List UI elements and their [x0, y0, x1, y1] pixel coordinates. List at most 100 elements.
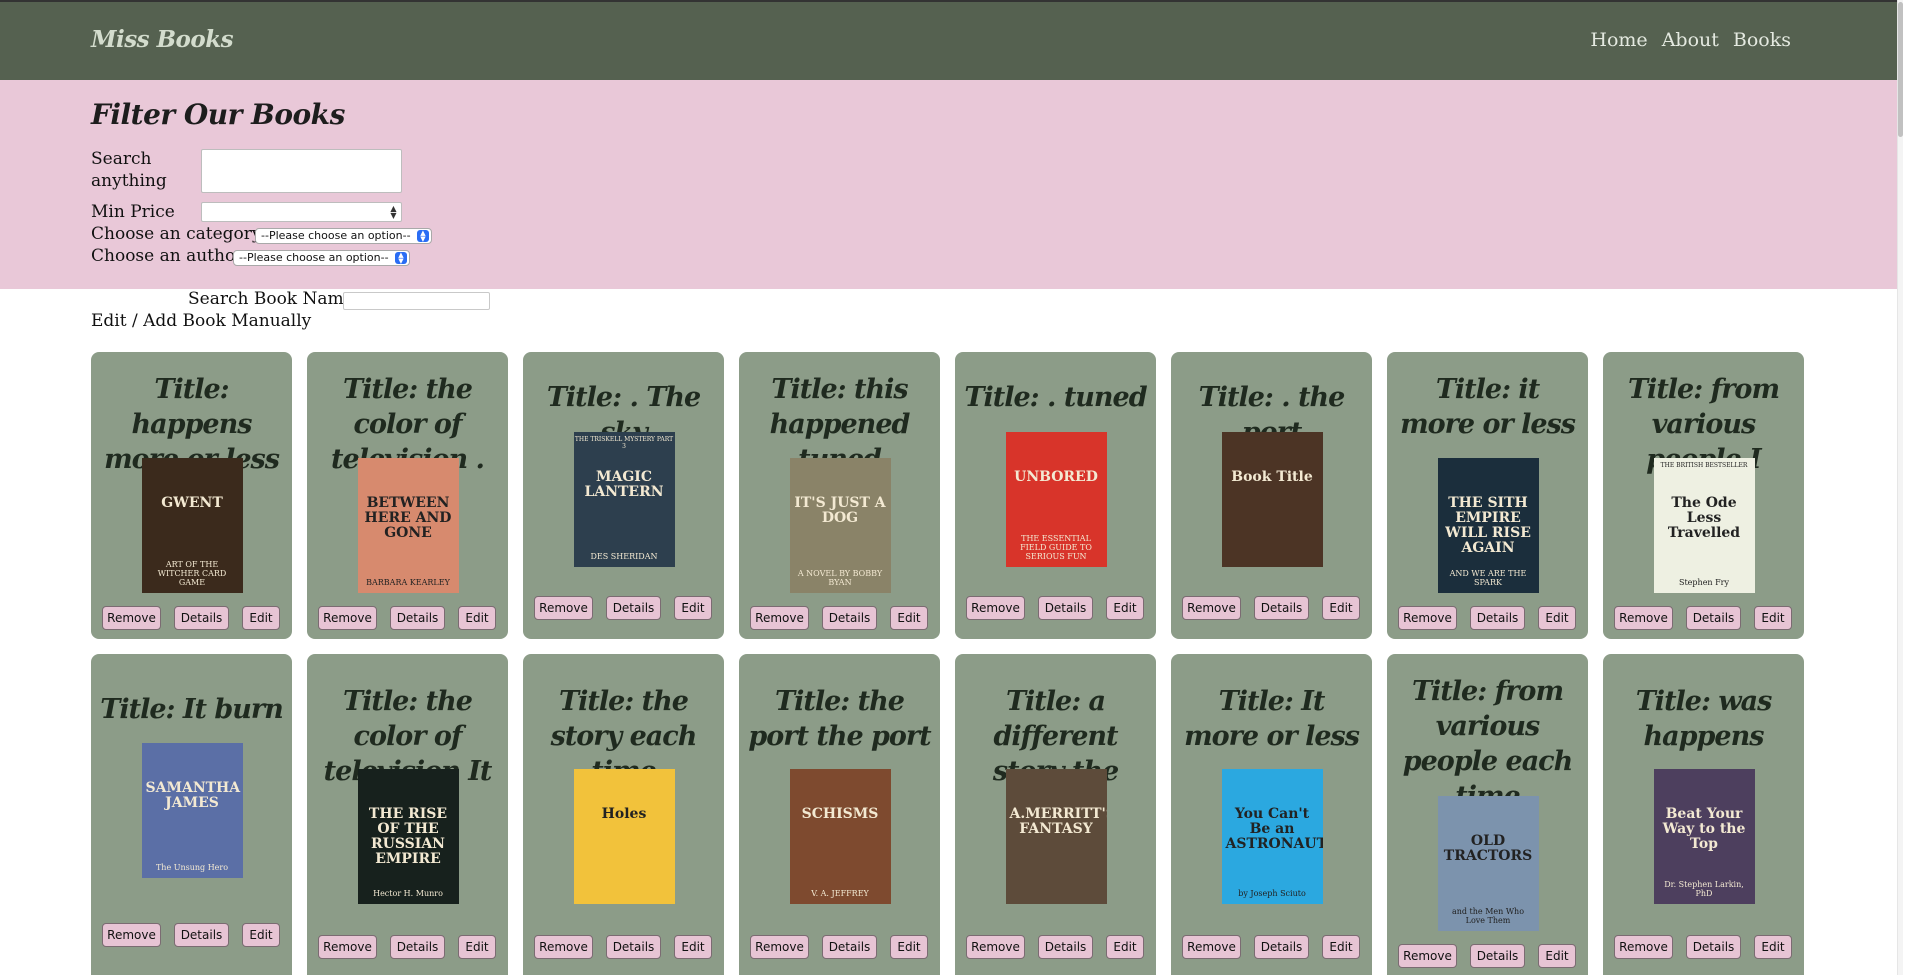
book-cover-image: Book Title	[1221, 432, 1323, 567]
details-button[interactable]: Details	[390, 606, 445, 630]
edit-button[interactable]: Edit	[1538, 606, 1576, 630]
scrollbar-thumb[interactable]	[1898, 2, 1903, 137]
remove-button[interactable]: Remove	[102, 923, 161, 947]
details-button[interactable]: Details	[1038, 935, 1093, 959]
cover-title-text: THE RISE OF THE RUSSIAN EMPIRE	[368, 806, 448, 867]
book-title: Title: from various people each time	[1402, 676, 1574, 812]
nav-books-link[interactable]: Books	[1733, 29, 1791, 51]
details-button[interactable]: Details	[1470, 944, 1525, 968]
edit-button[interactable]: Edit	[674, 596, 712, 620]
nav-about-link[interactable]: About	[1662, 29, 1719, 51]
edit-add-book-link[interactable]: Edit / Add Book Manually	[91, 311, 311, 331]
remove-button[interactable]: Remove	[318, 606, 377, 630]
edit-button[interactable]: Edit	[1754, 935, 1792, 959]
cover-title-text: Book Title	[1231, 469, 1313, 485]
remove-button[interactable]: Remove	[1398, 606, 1457, 630]
cover-title-text: Holes	[601, 806, 647, 822]
book-card: Title: the story each timeHolesRemoveDet…	[523, 654, 724, 975]
book-cover-image: THE BRITISH BESTSELLER The Ode Less Trave…	[1653, 458, 1755, 593]
details-button[interactable]: Details	[1254, 596, 1309, 620]
edit-button[interactable]: Edit	[458, 935, 496, 959]
category-selected-value: --Please choose an option--	[261, 229, 411, 242]
top-navbar: Miss Books Home About Books	[0, 0, 1903, 80]
author-label: Choose an author:	[91, 246, 250, 266]
nav-home-link[interactable]: Home	[1590, 29, 1647, 51]
book-title: Title: it more or less	[1400, 374, 1576, 440]
details-button[interactable]: Details	[606, 935, 661, 959]
cover-title-text: SCHISMS	[801, 806, 879, 822]
details-button[interactable]: Details	[174, 923, 229, 947]
remove-button[interactable]: Remove	[1614, 606, 1673, 630]
cover-subtitle-text: ART OF THE WITCHER CARD GAME	[157, 560, 227, 587]
book-title: Title: It burn	[100, 694, 284, 725]
edit-button[interactable]: Edit	[1106, 935, 1144, 959]
cover-subtitle-text: Dr. Stephen Larkin, PhD	[1664, 880, 1744, 898]
search-book-name-input[interactable]	[343, 292, 490, 310]
edit-button[interactable]: Edit	[1538, 944, 1576, 968]
edit-button[interactable]: Edit	[674, 935, 712, 959]
cover-title-text: GWENT	[161, 495, 223, 511]
details-button[interactable]: Details	[390, 935, 445, 959]
details-button[interactable]: Details	[1470, 606, 1525, 630]
edit-button[interactable]: Edit	[242, 923, 280, 947]
cover-subtitle-text: BARBARA KEARLEY	[366, 578, 450, 587]
remove-button[interactable]: Remove	[1182, 596, 1241, 620]
edit-button[interactable]: Edit	[458, 606, 496, 630]
book-cover-image: SAMANTHA JAMES The Unsung Hero	[141, 743, 243, 878]
cover-subtitle-text: The Unsung Hero	[155, 863, 229, 872]
book-cover-image: THE TRISKELL MYSTERY PART 3 MAGIC LANTERN…	[573, 432, 675, 567]
cover-title-text: A.MERRITT'S FANTASY	[1009, 806, 1107, 837]
remove-button[interactable]: Remove	[750, 935, 809, 959]
details-button[interactable]: Details	[822, 935, 877, 959]
details-button[interactable]: Details	[1038, 596, 1093, 620]
edit-button[interactable]: Edit	[1322, 935, 1360, 959]
edit-button[interactable]: Edit	[1106, 596, 1144, 620]
author-select[interactable]: --Please choose an option-- ▲ ▼	[233, 250, 410, 266]
edit-button[interactable]: Edit	[890, 935, 928, 959]
remove-button[interactable]: Remove	[534, 596, 593, 620]
details-button[interactable]: Details	[174, 606, 229, 630]
book-card: Title: from various people each timeOLD …	[1387, 654, 1588, 975]
book-card: Title: it more or less THE SITH EMPIRE WI…	[1387, 352, 1588, 639]
remove-button[interactable]: Remove	[534, 935, 593, 959]
site-logo[interactable]: Miss Books	[91, 26, 234, 53]
book-title: Title: . tuned	[964, 382, 1147, 413]
filter-panel: Filter Our Books Search anything Min Pri…	[0, 80, 1903, 289]
cover-title-text: Beat Your Way to the Top	[1662, 806, 1746, 852]
details-button[interactable]: Details	[1686, 606, 1741, 630]
category-label: Choose an category:	[91, 224, 268, 244]
spinner-icon[interactable]: ▲ ▼	[389, 205, 398, 220]
remove-button[interactable]: Remove	[102, 606, 161, 630]
edit-button[interactable]: Edit	[1322, 596, 1360, 620]
remove-button[interactable]: Remove	[318, 935, 377, 959]
book-card: Title: happens more or lessGWENTART OF T…	[91, 352, 292, 639]
cover-top-text: THE BRITISH BESTSELLER	[1660, 462, 1748, 469]
page: Miss Books Home About Books Filter Our B…	[0, 0, 1903, 975]
remove-button[interactable]: Remove	[1182, 935, 1241, 959]
author-selected-value: --Please choose an option--	[239, 251, 389, 264]
cover-subtitle-text: by Joseph Sciuto	[1238, 889, 1306, 898]
search-book-name-label: Search Book Name:	[188, 289, 360, 309]
page-scrollbar[interactable]	[1897, 0, 1903, 975]
remove-button[interactable]: Remove	[966, 596, 1025, 620]
details-button[interactable]: Details	[1686, 935, 1741, 959]
book-card: Title: . the portBook TitleRemoveDetails…	[1171, 352, 1372, 639]
category-select[interactable]: --Please choose an option-- ▲ ▼	[255, 228, 432, 244]
edit-button[interactable]: Edit	[242, 606, 280, 630]
book-cover-image: UNBORED THE ESSENTIAL FIELD GUIDE TO SERI…	[1005, 432, 1107, 567]
remove-button[interactable]: Remove	[1614, 935, 1673, 959]
details-button[interactable]: Details	[822, 606, 877, 630]
remove-button[interactable]: Remove	[750, 606, 809, 630]
remove-button[interactable]: Remove	[1398, 944, 1457, 968]
cover-subtitle-text: A NOVEL BY BOBBY BYAN	[797, 569, 883, 587]
min-price-input[interactable]: ▲ ▼	[201, 202, 402, 222]
edit-button[interactable]: Edit	[890, 606, 928, 630]
cover-subtitle-text: DES SHERIDAN	[590, 552, 658, 561]
edit-button[interactable]: Edit	[1754, 606, 1792, 630]
remove-button[interactable]: Remove	[966, 935, 1025, 959]
details-button[interactable]: Details	[606, 596, 661, 620]
book-cover-image: THE RISE OF THE RUSSIAN EMPIRE Hector H. …	[357, 769, 459, 904]
search-anything-input[interactable]	[201, 149, 402, 193]
details-button[interactable]: Details	[1254, 935, 1309, 959]
cover-title-text: SAMANTHA JAMES	[145, 780, 241, 811]
